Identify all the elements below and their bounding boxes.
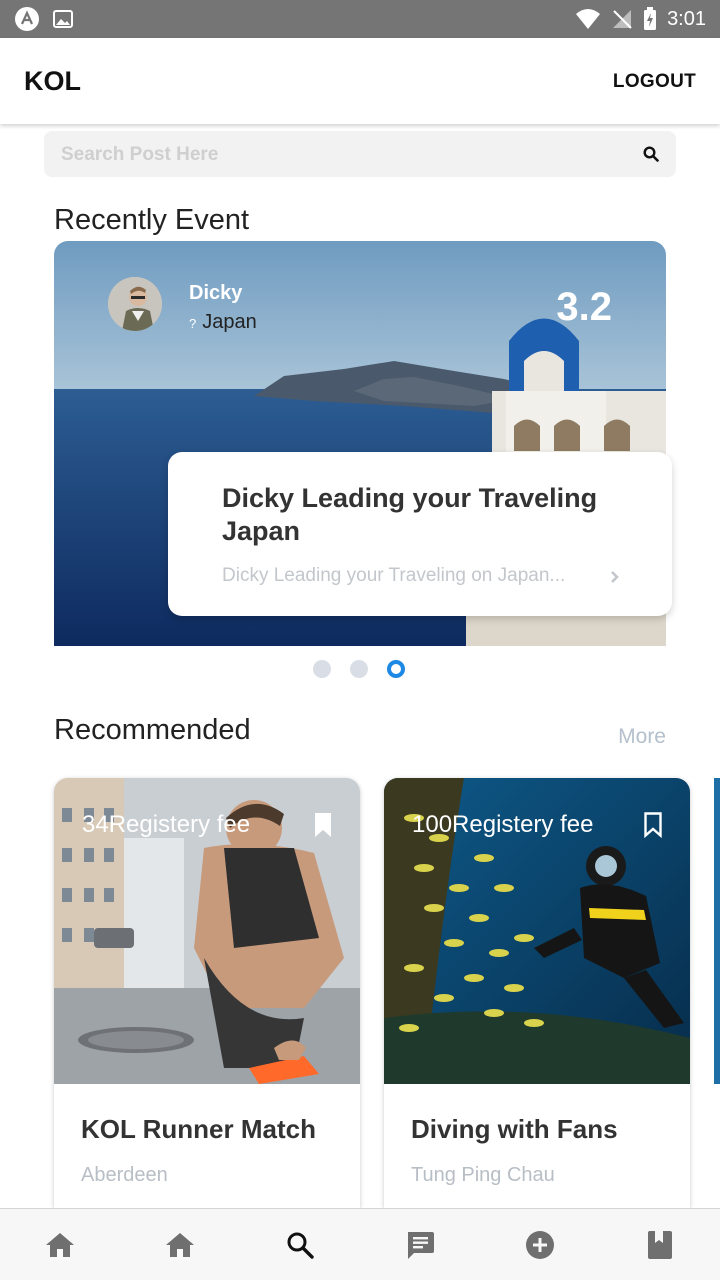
event-place: Aberdeen [81,1164,168,1186]
nav-search-button[interactable] [281,1226,319,1264]
nav-messages-button[interactable] [401,1226,439,1264]
nav-home-button[interactable] [41,1226,79,1264]
app-bar: KOL LOGOUT [0,38,720,124]
search-icon[interactable] [643,146,659,162]
chevron-right-icon[interactable] [610,570,620,584]
status-time: 3:01 [667,7,706,30]
recommended-title: Recommended [54,714,251,746]
event-title: Dicky Leading your Traveling Japan [222,483,598,546]
event-place: Tung Ping Chau [411,1164,555,1186]
registration-fee: 34Registery fee [82,811,251,838]
message-icon [408,1232,434,1259]
event-name: Diving with Fans [411,1114,618,1144]
pagination-dot[interactable] [313,660,331,678]
bookmark-outline-icon[interactable] [643,812,663,838]
home-icon [166,1233,194,1257]
carousel-pagination [313,660,405,678]
logout-button[interactable]: LOGOUT [613,71,696,93]
app-notification-icon [15,7,39,31]
search-input[interactable]: Search Post Here [61,144,218,166]
add-circle-icon [526,1231,554,1259]
host-name: Dicky [189,282,243,304]
search-icon [287,1232,314,1259]
book-icon [648,1231,672,1259]
search-bar[interactable]: Search Post Here [44,131,676,177]
registration-fee: 100Registery fee [412,811,594,838]
nav-bookings-button[interactable] [641,1226,679,1264]
event-name: KOL Runner Match [81,1114,316,1144]
bottom-navigation [0,1208,720,1280]
location-text: Japan [202,311,257,333]
event-info-panel[interactable]: Dicky Leading your Traveling Japan Dicky… [168,452,672,616]
pagination-dot[interactable] [350,660,368,678]
home-icon [46,1233,74,1257]
nav-add-button[interactable] [521,1226,559,1264]
host-avatar[interactable] [108,277,162,331]
recent-events-title: Recently Event [54,204,250,236]
image-notification-icon [53,10,73,28]
no-signal-icon [613,10,632,29]
pagination-dot-active[interactable] [387,660,405,678]
bookmark-filled-icon[interactable] [313,812,333,838]
event-description: Dicky Leading your Traveling on Japan... [222,565,566,586]
recommended-card[interactable]: 34Registery fee KOL Runner Match Aberdee… [54,778,360,1208]
wifi-icon [576,9,601,29]
battery-icon [644,7,657,30]
status-bar: 3:01 [0,0,720,38]
nav-home-button[interactable] [161,1226,199,1264]
event-rating: 3.2 [556,285,612,329]
recommended-card-peek[interactable] [714,778,720,1084]
app-title: KOL [24,66,81,96]
location-marker: ? [189,316,197,331]
recommended-card[interactable]: 100Registery fee Diving with Fans Tung P… [384,778,690,1208]
more-link[interactable]: More [618,725,666,749]
host-location: ? Japan [189,311,257,334]
